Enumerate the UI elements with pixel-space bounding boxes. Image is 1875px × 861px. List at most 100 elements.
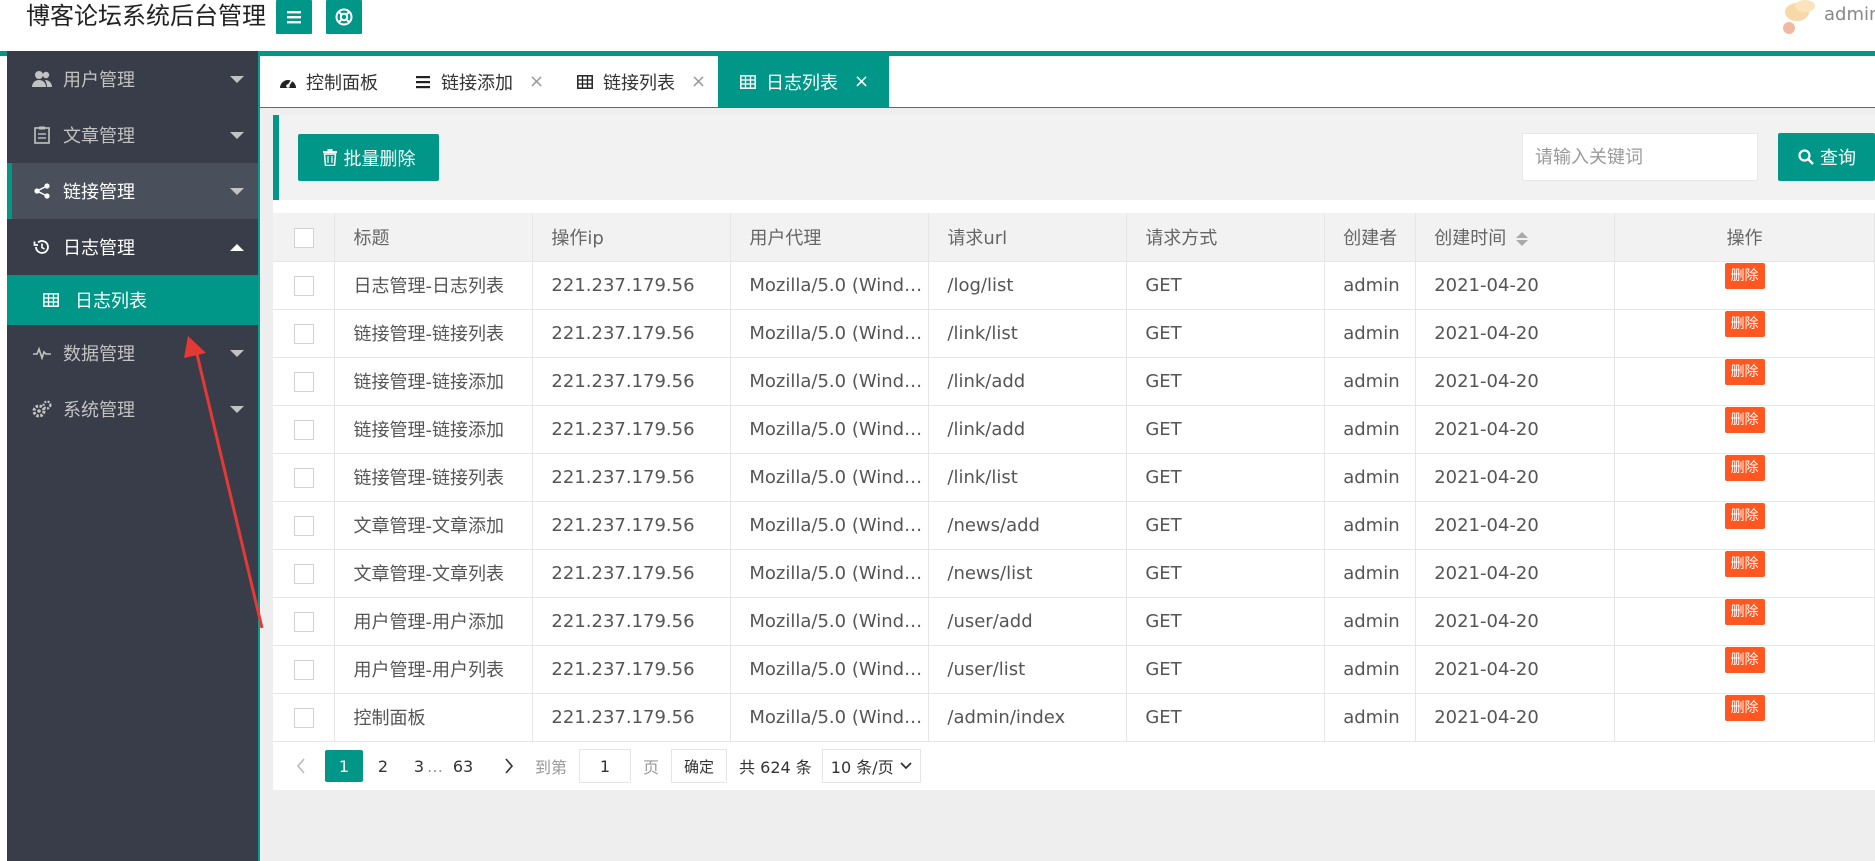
sidebar-item-label: 日志管理 <box>63 238 135 259</box>
help-button[interactable] <box>326 0 362 34</box>
cell-url: /user/list <box>928 645 1128 694</box>
top-header: 博客论坛系统后台管理 admin <box>0 0 1875 51</box>
column-header: 用户代理 <box>730 213 930 262</box>
column-header-sortable[interactable]: 创建时间 <box>1415 213 1616 262</box>
cell-url: /user/add <box>928 597 1128 646</box>
tab-log-list[interactable]: 日志列表 × <box>718 56 890 107</box>
goto-confirm-button[interactable]: 确定 <box>671 749 728 783</box>
dashboard-icon <box>278 72 298 92</box>
sidebar-item-users[interactable]: 用户管理 <box>7 51 258 107</box>
row-checkbox[interactable] <box>293 564 314 584</box>
sidebar-subitem-log-list[interactable]: 日志列表 <box>7 275 258 325</box>
select-all-checkbox[interactable] <box>293 227 314 248</box>
avatar[interactable] <box>1775 0 1823 42</box>
sidebar-item-label: 文章管理 <box>63 126 135 147</box>
cell-ip: 221.237.179.56 <box>532 597 732 646</box>
total-count: 共 624 条 <box>739 758 812 777</box>
table-row: 日志管理-日志列表 221.237.179.56 Mozilla/5.0 (Wind… <box>273 261 1875 310</box>
table-row: 控制面板 221.237.179.56 Mozilla/5.0 (Wind…/adm… <box>273 693 1875 742</box>
close-icon[interactable]: × <box>691 71 706 92</box>
sidebar-item-system[interactable]: 系统管理 <box>7 381 258 437</box>
row-checkbox[interactable] <box>293 468 314 488</box>
row-select-cell <box>273 597 336 646</box>
table-row: 文章管理-文章列表 221.237.179.56 Mozilla/5.0 (Wind… <box>273 549 1875 598</box>
cell-time: 2021-04-20 <box>1415 549 1616 598</box>
cell-method: GET <box>1126 453 1326 502</box>
batch-delete-label: 批量删除 <box>343 148 416 170</box>
tab-link-add[interactable]: 链接添加 × <box>413 56 544 107</box>
row-select-cell <box>273 501 336 550</box>
cell-actions: 删除 <box>1614 453 1875 502</box>
row-checkbox[interactable] <box>293 708 314 728</box>
sidebar-item-articles[interactable]: 文章管理 <box>7 107 258 163</box>
goto-page-input[interactable] <box>579 749 632 783</box>
delete-button[interactable]: 删除 <box>1724 502 1765 529</box>
tab-dashboard[interactable]: 控制面板 <box>278 56 378 107</box>
table-row: 用户管理-用户添加 221.237.179.56 Mozilla/5.0 (Wind… <box>273 597 1875 646</box>
user-name[interactable]: admin <box>1824 4 1875 25</box>
row-checkbox[interactable] <box>293 420 314 440</box>
goto-label: 到第 <box>535 758 568 777</box>
cell-ip: 221.237.179.56 <box>532 453 732 502</box>
page-1[interactable]: 1 <box>325 750 363 782</box>
cell-actions: 删除 <box>1614 501 1875 550</box>
delete-button[interactable]: 删除 <box>1724 262 1765 289</box>
next-page-button[interactable] <box>493 750 525 782</box>
close-icon[interactable]: × <box>529 71 544 92</box>
table-row: 文章管理-文章添加 221.237.179.56 Mozilla/5.0 (Wind… <box>273 501 1875 550</box>
sidebar-item-links[interactable]: 链接管理 <box>7 163 258 219</box>
cell-agent: Mozilla/5.0 (Wind… <box>730 453 930 502</box>
menu-toggle-button[interactable] <box>276 0 312 34</box>
cell-time: 2021-04-20 <box>1415 405 1616 454</box>
cell-method: GET <box>1126 645 1326 694</box>
table-row: 用户管理-用户列表 221.237.179.56 Mozilla/5.0 (Wind… <box>273 645 1875 694</box>
pagination: 1 2 3 … 63 到第 页 确定 共 624 条 10 条/页 <box>273 742 1875 790</box>
cell-time: 2021-04-20 <box>1415 261 1616 310</box>
column-header: 请求url <box>928 213 1128 262</box>
cell-title: 控制面板 <box>334 693 534 742</box>
row-checkbox[interactable] <box>293 324 314 344</box>
cell-method: GET <box>1126 309 1326 358</box>
cell-title: 链接管理-链接添加 <box>334 405 534 454</box>
page-63[interactable]: 63 <box>447 750 479 782</box>
chevron-down-icon <box>899 762 912 770</box>
chevron-up-icon <box>230 244 244 251</box>
tab-link-list[interactable]: 链接列表 × <box>575 56 706 107</box>
row-checkbox[interactable] <box>293 516 314 536</box>
row-checkbox[interactable] <box>293 660 314 680</box>
sidebar-item-label: 数据管理 <box>63 344 135 365</box>
sidebar-item-data[interactable]: 数据管理 <box>7 325 258 381</box>
delete-button[interactable]: 删除 <box>1724 646 1765 673</box>
batch-delete-button[interactable]: 批量删除 <box>298 134 439 181</box>
page-2[interactable]: 2 <box>367 750 399 782</box>
cell-ip: 221.237.179.56 <box>532 261 732 310</box>
page-size-select[interactable]: 10 条/页 <box>821 749 921 783</box>
chevron-down-icon <box>230 188 244 195</box>
delete-button[interactable]: 删除 <box>1724 694 1765 721</box>
row-select-cell <box>273 453 336 502</box>
cell-url: /link/list <box>928 453 1128 502</box>
delete-button[interactable]: 删除 <box>1724 454 1765 481</box>
sort-icon[interactable] <box>1516 231 1529 247</box>
column-header: 标题 <box>334 213 534 262</box>
close-icon[interactable]: × <box>854 71 869 92</box>
search-input[interactable] <box>1522 133 1758 181</box>
delete-button[interactable]: 删除 <box>1724 358 1765 385</box>
row-checkbox[interactable] <box>293 276 314 296</box>
search-button[interactable]: 查询 <box>1778 133 1875 181</box>
cell-time: 2021-04-20 <box>1415 597 1616 646</box>
delete-button[interactable]: 删除 <box>1724 550 1765 577</box>
sidebar-item-logs[interactable]: 日志管理 <box>7 219 258 275</box>
delete-button[interactable]: 删除 <box>1724 406 1765 433</box>
delete-button[interactable]: 删除 <box>1724 598 1765 625</box>
prev-page-button[interactable] <box>285 750 317 782</box>
sidebar-item-label: 用户管理 <box>63 70 135 91</box>
row-checkbox[interactable] <box>293 372 314 392</box>
cell-url: /link/add <box>928 405 1128 454</box>
cell-agent: Mozilla/5.0 (Wind… <box>730 549 930 598</box>
select-all-cell <box>273 213 336 262</box>
row-checkbox[interactable] <box>293 612 314 632</box>
cell-creator: admin <box>1324 549 1417 598</box>
column-header-label: 创建时间 <box>1434 227 1507 249</box>
delete-button[interactable]: 删除 <box>1724 310 1765 337</box>
